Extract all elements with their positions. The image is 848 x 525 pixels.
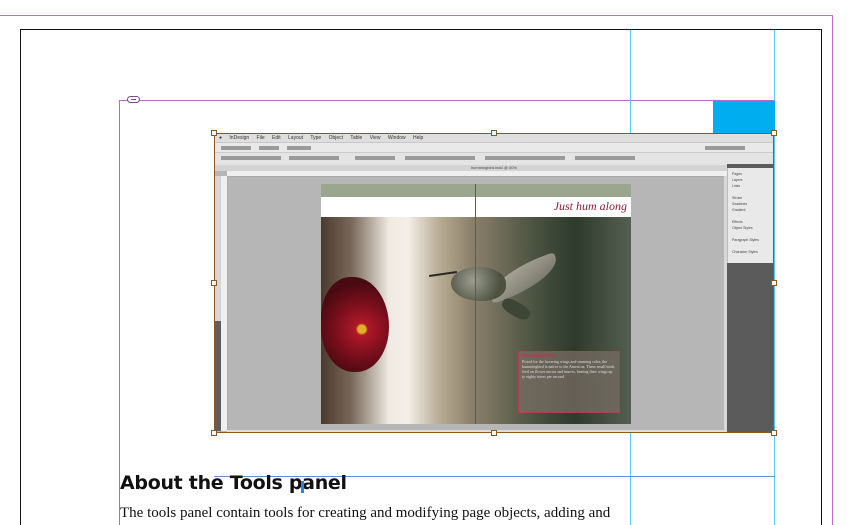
placed-app-bar — [215, 143, 773, 153]
menu-item: View — [369, 135, 381, 141]
dock-item: Pages — [732, 172, 742, 176]
menu-item: File — [256, 135, 265, 141]
dock-item: Character Styles — [732, 250, 758, 254]
spread-fold — [475, 184, 476, 424]
dock-item: Gradient — [732, 208, 746, 212]
dock-item: Paragraph Styles — [732, 238, 759, 242]
menu-item: Object — [328, 135, 344, 141]
page-edge-left — [20, 29, 21, 525]
bird-body — [451, 267, 506, 301]
placed-horizontal-ruler — [227, 171, 727, 177]
text-insertion-cursor — [301, 481, 304, 493]
spread-title: Just hum along — [553, 199, 627, 213]
dock-item: Links — [732, 184, 741, 188]
placed-page-spread: Just hum along Hummingbirds Prized for t… — [321, 184, 631, 424]
menu-item: Type — [310, 135, 322, 141]
link-icon[interactable] — [127, 96, 140, 103]
selection-handle-top-left[interactable] — [211, 130, 217, 136]
menu-item: Window — [387, 135, 406, 141]
margin-guide-left — [119, 100, 120, 525]
selection-handle-bottom-left[interactable] — [211, 430, 217, 436]
bleed-guide-right — [832, 15, 833, 525]
dock-item: Stroke — [732, 196, 743, 200]
placed-screenshot-frame[interactable]: ● InDesign File Edit Layout Type Object … — [214, 133, 774, 433]
placed-panel-list: Pages Layers Links Stroke Swatches Gradi… — [727, 168, 773, 263]
page-edge-right — [821, 29, 822, 525]
menu-item: InDesign — [229, 135, 250, 141]
apple-icon: ● — [219, 135, 223, 141]
flower-shape — [321, 277, 389, 372]
placed-status-bar — [227, 430, 727, 432]
selection-handle-bottom-right[interactable] — [771, 430, 777, 436]
bird-tail — [499, 295, 533, 323]
placed-tools-panel-dark — [215, 321, 221, 431]
selection-handle-top-center[interactable] — [491, 130, 497, 136]
selection-handle-middle-right[interactable] — [771, 280, 777, 286]
section-heading[interactable]: About the Tools panel — [120, 472, 347, 494]
placed-tools-panel — [215, 176, 221, 321]
dock-item: Effects — [732, 220, 743, 224]
spread-header-band — [321, 184, 631, 197]
cyan-color-block[interactable] — [713, 101, 775, 133]
page-edge-top — [20, 29, 822, 30]
selection-handle-middle-left[interactable] — [211, 280, 217, 286]
bleed-guide-top — [0, 15, 833, 16]
selection-handle-bottom-center[interactable] — [491, 430, 497, 436]
selection-handle-top-right[interactable] — [771, 130, 777, 136]
margin-guide-top — [119, 100, 775, 101]
menu-item: Layout — [288, 135, 304, 141]
placed-vertical-ruler — [221, 176, 228, 431]
dock-item: Object Styles — [732, 226, 753, 230]
menu-item: Edit — [272, 135, 281, 141]
dock-item: Layers — [732, 178, 743, 182]
body-paragraph[interactable]: The tools panel contain tools for creati… — [120, 505, 610, 522]
caption-text: Prized for the hovering wings and stunni… — [522, 359, 615, 379]
menu-item: Help — [413, 135, 424, 141]
menu-item: Table — [350, 135, 363, 141]
placed-panel-dock: Pages Layers Links Stroke Swatches Gradi… — [727, 164, 773, 432]
caption-box: Hummingbirds Prized for the hovering win… — [518, 351, 620, 413]
dock-item: Swatches — [732, 202, 748, 206]
